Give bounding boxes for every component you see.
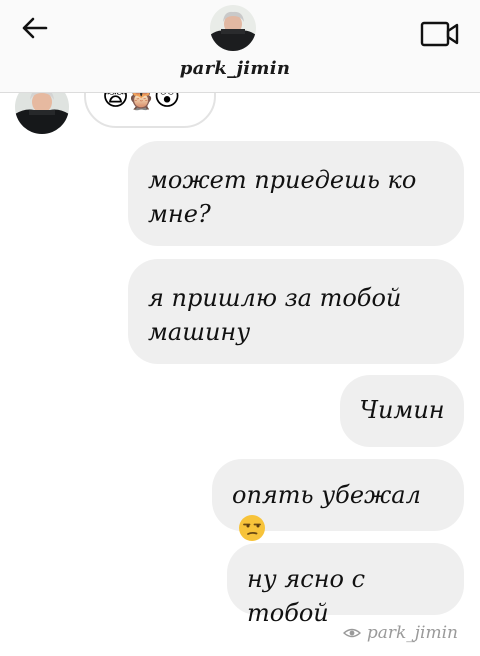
eye-icon [342,628,361,638]
message-text: Чимин [359,396,445,424]
sent-message-bubble[interactable]: может приедешь ко мне? [128,141,464,246]
message-text: я пришлю за тобой машину [148,284,402,346]
sent-message-bubble[interactable]: ну ясно с тобой [227,543,464,627]
video-call-button[interactable] [418,18,462,50]
contact-avatar[interactable] [210,5,256,51]
video-camera-icon [420,21,459,47]
message-text: может приедешь ко мне? [148,166,417,228]
seen-by-username: park_jimin [366,623,458,643]
seen-indicator: park_jimin [342,623,458,643]
message-text: ну ясно с тобой [247,565,373,627]
sent-message-bubble[interactable]: опять убежал [212,459,464,541]
sent-message-bubble[interactable]: Чимин [340,375,464,447]
sent-message-bubble[interactable]: я пришлю за тобой машину [128,259,464,364]
arrow-left-icon [22,17,48,39]
message-text: опять убежал [232,481,421,509]
back-button[interactable] [14,12,54,44]
unamused-face-icon [239,515,265,541]
chat-header: park_jimin [0,0,480,93]
chat-screen: park_jimin 😨🦉😲 может приедешь ко мне? я … [0,0,480,656]
contact-username[interactable]: park_jimin [0,58,470,79]
